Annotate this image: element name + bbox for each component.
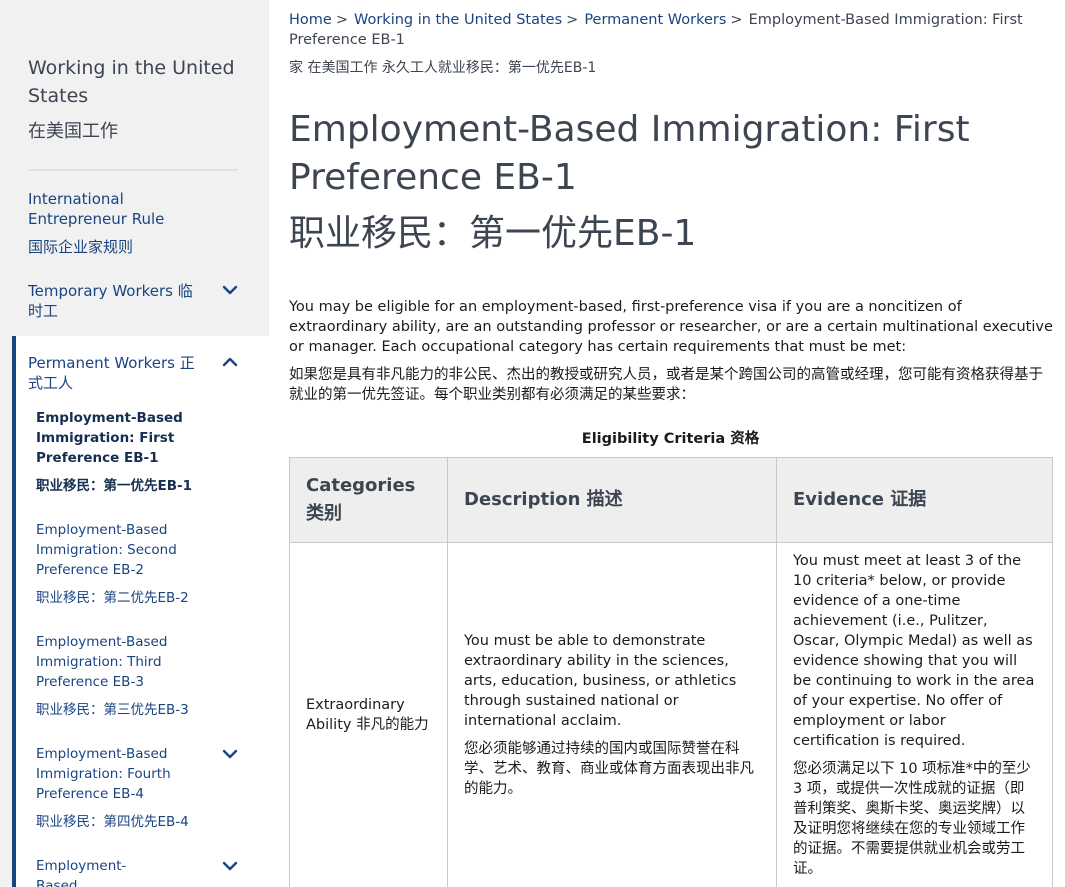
column-header-description: Description 描述 <box>447 457 777 543</box>
sidebar-subitem-label-cn: 职业移民：第一优先EB-1 <box>36 478 193 494</box>
intro-paragraph: You may be eligible for an employment-ba… <box>289 299 1053 355</box>
sidebar-title-label-cn: 在美国工作 <box>28 121 118 142</box>
description-text-cn: 您必须能够通过持续的国内或国际赞誉在科学、艺术、教育、商业或体育方面表现出非凡的… <box>464 741 754 797</box>
intro-paragraph-cn: 如果您是具有非凡能力的非公民、杰出的教授或研究人员，或者是某个跨国公司的高管或经… <box>289 367 1043 403</box>
chevron-down-icon[interactable] <box>222 858 238 874</box>
page-title: Employment-Based Immigration: First Pref… <box>289 109 970 198</box>
description-cell: You must be able to demonstrate extraord… <box>447 542 777 887</box>
column-header-categories: Categories 类别 <box>289 457 448 543</box>
sidebar-nav: Working in the United States 在美国工作 Inter… <box>0 0 269 887</box>
sidebar-item-label: Permanent Workers 正式工人 <box>28 354 195 392</box>
evidence-text-cn: 您必须满足以下 10 项标准*中的至少 3 项，或提供一次性成就的证据（即普利策… <box>793 761 1031 877</box>
sidebar-subitem-label: Employment-Based Immigration: Fourth Pre… <box>36 746 171 802</box>
evidence-text: You must meet at least 3 of the 10 crite… <box>793 553 1035 749</box>
breadcrumb-separator: > <box>335 12 348 28</box>
chevron-down-icon[interactable] <box>222 282 238 298</box>
table-caption: Eligibility Criteria 资格 <box>581 431 760 447</box>
sidebar-subitem-label: Employment-Based Immigration: Second Pre… <box>36 522 177 578</box>
sidebar-item-temporary-workers[interactable]: Temporary Workers 临时工 <box>28 281 198 321</box>
sidebar-title-label: Working in the United States <box>28 57 235 107</box>
page: Working in the United States 在美国工作 Inter… <box>0 0 1065 887</box>
sidebar-subitem-label: Employment-Based Immigration: First Pref… <box>36 410 183 466</box>
page-title-cn: 职业移民：第一优先EB-1 <box>289 213 697 254</box>
sidebar-subitem-eb3[interactable]: Employment-Based Immigration: Third Pref… <box>36 632 206 720</box>
sidebar-subitem-eb5[interactable]: Employment-Based Immigration: Fifth <box>36 856 166 887</box>
eligibility-table: Categories 类别 Description 描述 Evidence 证据… <box>289 457 1053 887</box>
column-header-evidence: Evidence 证据 <box>776 457 1053 543</box>
category-label: Extraordinary Ability 非凡的能力 <box>306 697 429 733</box>
breadcrumb-separator: > <box>566 12 579 28</box>
description-text: You must be able to demonstrate extraord… <box>464 633 737 729</box>
breadcrumb-permanent-workers[interactable]: Permanent Workers <box>584 12 726 28</box>
sidebar-item-label-cn: 国际企业家规则 <box>28 238 134 256</box>
sidebar-subitem-label-cn: 职业移民：第四优先EB-4 <box>36 814 189 830</box>
sidebar-item-label: Temporary Workers 临时工 <box>28 282 193 320</box>
table-header-row: Categories 类别 Description 描述 Evidence 证据 <box>289 457 1053 543</box>
sidebar-subitem-label-cn: 职业移民：第二优先EB-2 <box>36 590 189 606</box>
sidebar-item-label: International Entrepreneur Rule <box>28 190 165 228</box>
sidebar-divider <box>28 169 238 171</box>
breadcrumb-separator: > <box>730 12 743 28</box>
breadcrumb: Home > Working in the United States > Perman… <box>289 10 1054 50</box>
evidence-cell: You must meet at least 3 of the 10 crite… <box>776 542 1053 887</box>
sidebar-subitem-eb4[interactable]: Employment-Based Immigration: Fourth Pre… <box>36 744 206 832</box>
sidebar-item-permanent-workers[interactable]: Permanent Workers 正式工人 <box>28 353 200 393</box>
sidebar-subitem-eb1[interactable]: Employment-Based Immigration: First Pref… <box>36 408 206 496</box>
breadcrumb-home[interactable]: Home <box>289 12 332 28</box>
sidebar-title[interactable]: Working in the United States 在美国工作 <box>28 54 238 146</box>
category-cell: Extraordinary Ability 非凡的能力 <box>289 542 448 887</box>
sidebar-subitem-eb2[interactable]: Employment-Based Immigration: Second Pre… <box>36 520 206 608</box>
sidebar-subitem-label-cn: 职业移民：第三优先EB-3 <box>36 702 189 718</box>
sidebar-subitem-label: Employment-Based Immigration: Fifth <box>36 858 127 887</box>
breadcrumb-cn: 家 在美国工作 永久工人就业移民：第一优先EB-1 <box>289 60 597 76</box>
chevron-up-icon[interactable] <box>222 354 238 370</box>
breadcrumb-working-in-us[interactable]: Working in the United States <box>354 12 562 28</box>
sidebar-item-international-entrepreneur-rule[interactable]: International Entrepreneur Rule 国际企业家规则 <box>28 189 218 257</box>
chevron-down-icon[interactable] <box>222 746 238 762</box>
sidebar-subitem-label: Employment-Based Immigration: Third Pref… <box>36 634 168 690</box>
table-row: Extraordinary Ability 非凡的能力 You must be … <box>289 542 1053 887</box>
